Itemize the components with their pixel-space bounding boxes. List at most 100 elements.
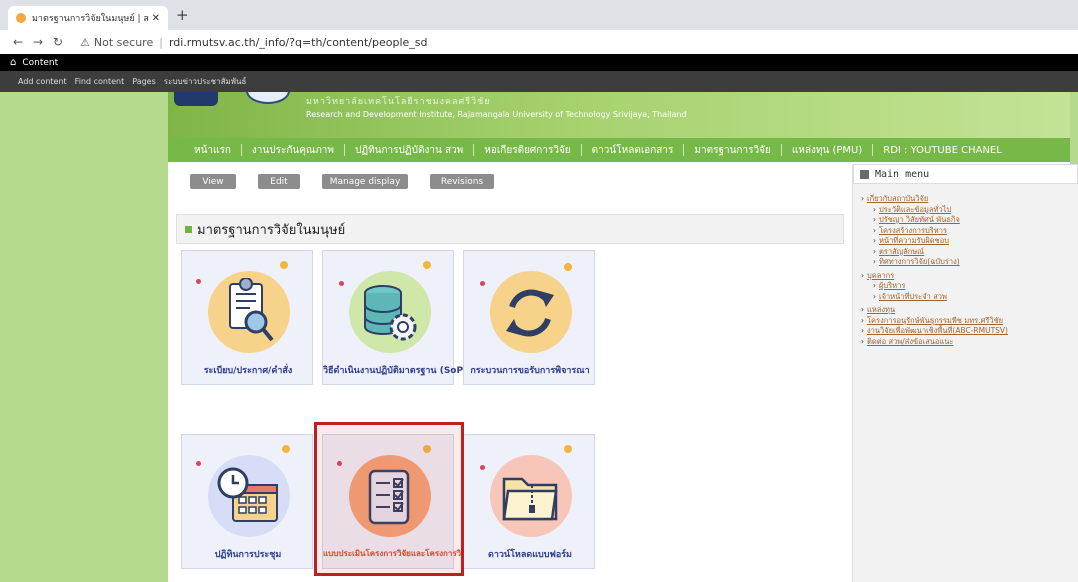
chevron-right-icon: › bbox=[861, 194, 864, 203]
menu-item-label: ผู้บริหาร bbox=[879, 281, 906, 290]
card-download-forms[interactable]: ดาวน์โหลดแบบฟอร์ม bbox=[463, 434, 595, 569]
chevron-right-icon: › bbox=[861, 336, 864, 346]
menu-item-duties[interactable]: › หน้าที่ความรับผิดชอบ bbox=[861, 236, 1078, 247]
menu-item-label: บุคลากร bbox=[867, 270, 895, 280]
banner-thai-name: มหาวิทยาลัยเทคโนโลยีราชมงคลศรีวิชัย bbox=[306, 97, 491, 107]
university-seal bbox=[246, 92, 290, 104]
card-label: ระเบียบ/ประกาศ/คำสั่ง bbox=[203, 366, 293, 376]
shortcut-bar: Add content Find content Pages ระบบข่าวป… bbox=[0, 71, 1078, 92]
admin-toolbar: ⌂ Content bbox=[0, 54, 1078, 71]
shortcut-add-content[interactable]: Add content bbox=[18, 77, 67, 86]
shortcut-find-content[interactable]: Find content bbox=[75, 77, 125, 86]
nav-funding[interactable]: แหล่งทุน (PMU) bbox=[782, 143, 872, 158]
banner-english-name: Research and Development Institute, Raja… bbox=[306, 110, 687, 119]
chevron-right-icon: › bbox=[873, 236, 876, 245]
menu-item-label: ปรัชญา วิสัยทัศน์ พันธกิจ bbox=[879, 215, 960, 224]
nav-hall-of-fame[interactable]: หอเกียรติยศการวิจัย bbox=[474, 143, 580, 158]
menu-item-contact[interactable]: › ติดต่อ สวพ/ส่งข้อเสนอแนะ bbox=[861, 337, 1078, 348]
url-field[interactable]: ⚠ Not secure | rdi.rmutsv.ac.th/_info/?q… bbox=[80, 36, 427, 49]
card-regulations[interactable]: ระเบียบ/ประกาศ/คำสั่ง bbox=[181, 250, 313, 385]
sidebar: Main menu › เกี่ยวกับสถาบันวิจัย › ประวัติ… bbox=[852, 164, 1078, 582]
menu-item-vision[interactable]: › ปรัชญา วิสัยทัศน์ พันธกิจ bbox=[861, 215, 1078, 226]
url-text: rdi.rmutsv.ac.th/_info/?q=th/content/peo… bbox=[168, 35, 428, 49]
view-tab[interactable]: View bbox=[190, 174, 236, 189]
browser-tabstrip: มาตรฐานการวิจัยในมนุษย์ | สถาบันวิจั ✕ + bbox=[0, 0, 1078, 30]
menu-item-label: โครงสร้างการบริหาร bbox=[879, 225, 947, 235]
nav-quality[interactable]: งานประกันคุณภาพ bbox=[242, 143, 344, 158]
left-background bbox=[0, 92, 168, 582]
forward-icon[interactable]: → bbox=[30, 35, 46, 49]
selection-highlight bbox=[314, 422, 464, 576]
menu-item-direction[interactable]: › ทิศทางการวิจัย(ฉบับร่าง) bbox=[861, 257, 1078, 268]
clock-calendar-icon bbox=[182, 457, 314, 537]
chevron-right-icon: › bbox=[873, 291, 876, 301]
main-menu-list: › เกี่ยวกับสถาบันวิจัย › ประวัติและข้อมูลท… bbox=[853, 184, 1078, 347]
decor-dot bbox=[282, 445, 290, 453]
chevron-right-icon: › bbox=[873, 246, 876, 256]
menu-item-funding[interactable]: › แหล่งทุน bbox=[861, 305, 1078, 316]
admin-content-link[interactable]: Content bbox=[22, 58, 58, 68]
card-label: ปฏิทินการประชุม bbox=[214, 550, 282, 560]
menu-item-history[interactable]: › ประวัติและข้อมูลทั่วไป bbox=[861, 205, 1078, 216]
tab-title: มาตรฐานการวิจัยในมนุษย์ | สถาบันวิจั bbox=[32, 14, 148, 24]
browser-tab[interactable]: มาตรฐานการวิจัยในมนุษย์ | สถาบันวิจั ✕ bbox=[8, 6, 168, 30]
manage-display-tab[interactable]: Manage display bbox=[322, 174, 408, 189]
menu-item-label: ประวัติและข้อมูลทั่วไป bbox=[879, 204, 952, 214]
home-icon[interactable]: ⌂ bbox=[10, 57, 16, 68]
menu-item-label: เกี่ยวกับสถาบันวิจัย bbox=[867, 194, 929, 203]
logo[interactable] bbox=[174, 92, 218, 106]
shortcut-news[interactable]: ระบบข่าวประชาสัมพันธ์ bbox=[164, 75, 247, 88]
menu-item-abc-rmutsv[interactable]: › งานวิจัยเพื่อพัฒนาเชิงพื้นที่(ABC-RMUTS… bbox=[861, 326, 1078, 337]
card-meeting-calendar[interactable]: ปฏิทินการประชุม bbox=[181, 434, 313, 569]
database-gear-icon bbox=[323, 273, 455, 353]
menu-item-label: งานวิจัยเพื่อพัฒนาเชิงพื้นที่(ABC-RMUTSV… bbox=[867, 326, 1008, 335]
menu-item-plant-genetics[interactable]: › โครงการอนุรักษ์พันธุกรรมพืช มทร.ศรีวิชั… bbox=[861, 316, 1078, 327]
folder-zip-icon bbox=[464, 457, 596, 537]
local-tasks: View Edit Manage display Revisions bbox=[190, 174, 494, 189]
menu-item-about[interactable]: › เกี่ยวกับสถาบันวิจัย bbox=[861, 194, 1078, 205]
nav-research-standards[interactable]: มาตรฐานการวิจัย bbox=[684, 143, 780, 158]
chevron-right-icon: › bbox=[861, 270, 864, 280]
refresh-cycle-icon bbox=[464, 273, 596, 353]
sidebar-header: Main menu bbox=[853, 164, 1078, 184]
chevron-right-icon: › bbox=[861, 326, 864, 335]
menu-item-label: เจ้าหน้าที่ประจำ สวพ bbox=[879, 291, 947, 301]
decor-dot bbox=[564, 445, 572, 453]
reload-icon[interactable]: ↻ bbox=[50, 35, 66, 49]
menu-item-personnel[interactable]: › บุคลากร bbox=[861, 271, 1078, 282]
nav-youtube[interactable]: RDI : YOUTUBE CHANEL bbox=[873, 145, 1012, 156]
new-tab-button[interactable]: + bbox=[176, 6, 189, 24]
edit-tab[interactable]: Edit bbox=[258, 174, 300, 189]
menu-item-label: ตราสัญลักษณ์ bbox=[879, 246, 925, 256]
menu-item-label: โครงการอนุรักษ์พันธุกรรมพืช มทร.ศรีวิชัย bbox=[867, 315, 1004, 325]
shortcut-pages[interactable]: Pages bbox=[132, 77, 156, 86]
menu-item-label: ทิศทางการวิจัย(ฉบับร่าง) bbox=[879, 257, 960, 266]
decor-dot bbox=[280, 261, 288, 269]
warning-icon: ⚠ bbox=[80, 35, 90, 49]
menu-item-label: ติดต่อ สวพ/ส่งข้อเสนอแนะ bbox=[867, 336, 954, 346]
revisions-tab[interactable]: Revisions bbox=[430, 174, 494, 189]
chevron-right-icon: › bbox=[861, 315, 864, 325]
decor-dot bbox=[423, 261, 431, 269]
card-process[interactable]: กระบวนการขอรับการพิจารณา bbox=[463, 250, 595, 385]
back-icon[interactable]: ← bbox=[10, 35, 26, 49]
card-sop[interactable]: วิธีดำเนินงานปฏิบัติมาตรฐาน (SoP) bbox=[322, 250, 468, 385]
decor-dot bbox=[564, 263, 572, 271]
menu-item-executives[interactable]: › ผู้บริหาร bbox=[861, 281, 1078, 292]
close-icon[interactable]: ✕ bbox=[152, 13, 160, 24]
section-header: มาตรฐานการวิจัยในมนุษย์ bbox=[176, 214, 844, 244]
menu-item-structure[interactable]: › โครงสร้างการบริหาร bbox=[861, 226, 1078, 237]
chevron-right-icon: › bbox=[873, 225, 876, 235]
card-label: วิธีดำเนินงานปฏิบัติมาตรฐาน (SoP) bbox=[323, 366, 468, 376]
menu-item-label: หน้าที่ความรับผิดชอบ bbox=[879, 236, 950, 245]
nav-downloads[interactable]: ดาวน์โหลดเอกสาร bbox=[582, 143, 684, 158]
nav-home[interactable]: หน้าแรก bbox=[184, 143, 241, 158]
chevron-right-icon: › bbox=[861, 305, 864, 314]
page-body: มหาวิทยาลัยเทคโนโลยีราชมงคลศรีวิชัย Rese… bbox=[0, 92, 1078, 582]
sidebar-title: Main menu bbox=[875, 168, 930, 180]
menu-item-emblem[interactable]: › ตราสัญลักษณ์ bbox=[861, 247, 1078, 258]
nav-calendar[interactable]: ปฏิทินการปฏิบัติงาน สวพ bbox=[345, 143, 473, 158]
menu-item-staff[interactable]: › เจ้าหน้าที่ประจำ สวพ bbox=[861, 292, 1078, 303]
document-search-icon bbox=[182, 273, 314, 353]
url-separator: | bbox=[159, 35, 163, 49]
